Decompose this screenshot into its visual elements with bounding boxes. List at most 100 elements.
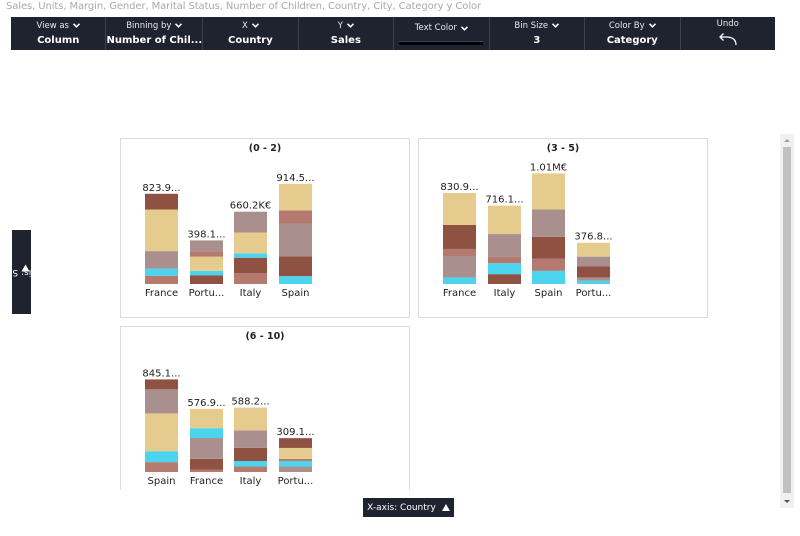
bar-value-label: 830.9... (440, 182, 478, 193)
bar-segment[interactable] (279, 458, 312, 462)
bar-segment[interactable] (234, 461, 267, 467)
bar-segment[interactable] (190, 438, 223, 459)
bar-portu[interactable] (577, 242, 610, 284)
bar-segment[interactable] (532, 236, 565, 259)
toolbar-item-label: Text Color (415, 22, 468, 34)
bar-italy[interactable] (234, 211, 267, 284)
x-tick-label: Portu... (278, 476, 314, 487)
bar-segment[interactable] (234, 253, 267, 258)
chevron-down-icon (175, 23, 183, 28)
bar-segment[interactable] (145, 193, 178, 210)
bar-segment[interactable] (234, 232, 267, 254)
x-axis-button[interactable]: X-axis: Country (363, 498, 454, 517)
bar-spain[interactable] (279, 183, 312, 284)
bar-segment[interactable] (279, 256, 312, 277)
bar-segment[interactable] (145, 209, 178, 252)
toolbar-binning-by-button[interactable]: Binning by Number of Chil... (106, 17, 204, 50)
bar-segment[interactable] (190, 428, 223, 439)
bar-segment[interactable] (145, 275, 178, 284)
x-tick-label: Italy (494, 288, 516, 299)
bar-segment[interactable] (145, 268, 178, 276)
bar-segment[interactable] (443, 224, 476, 249)
bar-france[interactable] (145, 193, 178, 284)
bar-segment[interactable] (234, 257, 267, 274)
scrollbar-thumb[interactable] (783, 147, 791, 493)
bar-segment[interactable] (488, 256, 521, 264)
toolbar-item-label: Binning by (126, 20, 183, 32)
bar-segment[interactable] (488, 205, 521, 235)
bar-segment[interactable] (145, 451, 178, 463)
bar-segment[interactable] (443, 256, 476, 278)
bar-segment[interactable] (443, 248, 476, 257)
bar-segment[interactable] (190, 270, 223, 276)
toolbar-undo-button[interactable]: Undo (681, 17, 775, 50)
x-tick-label: Spain (535, 288, 563, 299)
y-axis-button[interactable]: Y-axis: Sales (0, 230, 49, 314)
bar-segment[interactable] (234, 211, 267, 233)
bar-segment[interactable] (145, 379, 178, 390)
bar-segment[interactable] (577, 256, 610, 267)
toolbar-view-as-button[interactable]: View as Column (11, 17, 107, 50)
bar-segment[interactable] (488, 274, 521, 284)
bar-segment[interactable] (234, 407, 267, 431)
toolbar-item-label: View as (36, 20, 80, 32)
bar-segment[interactable] (190, 458, 223, 470)
bar-segment[interactable] (532, 258, 565, 271)
bar-segment[interactable] (488, 234, 521, 257)
bar-segment[interactable] (279, 183, 312, 211)
bar-segment[interactable] (577, 280, 610, 284)
bar-segment[interactable] (190, 251, 223, 257)
bar-segment[interactable] (145, 389, 178, 414)
bar-spain[interactable] (532, 173, 565, 284)
bar-segment[interactable] (577, 242, 610, 257)
bar-segment[interactable] (279, 210, 312, 224)
bar-segment[interactable] (532, 270, 565, 284)
bar-segment[interactable] (279, 447, 312, 459)
bar-segment[interactable] (443, 277, 476, 284)
bar-segment[interactable] (190, 275, 223, 284)
bar-france[interactable] (443, 192, 476, 284)
bar-segment[interactable] (234, 466, 267, 472)
bar-segment[interactable] (145, 251, 178, 269)
toolbar-label-text: Undo (716, 18, 739, 29)
bar-portu[interactable] (190, 240, 223, 284)
toolbar-y-button[interactable]: Y Sales (299, 17, 395, 50)
scroll-down-button[interactable] (780, 495, 794, 508)
bar-segment[interactable] (577, 266, 610, 278)
bar-segment[interactable] (488, 263, 521, 275)
bar-segment[interactable] (279, 276, 312, 284)
bar-segment[interactable] (532, 209, 565, 237)
scroll-up-button[interactable] (780, 134, 794, 147)
bar-segment[interactable] (279, 461, 312, 467)
bar-italy[interactable] (488, 205, 521, 284)
x-tick-label: Italy (240, 288, 262, 299)
vertical-scrollbar[interactable] (780, 134, 794, 508)
toolbar-text-color-button[interactable]: Text Color (394, 17, 490, 50)
bar-segment[interactable] (190, 240, 223, 252)
bar-spain[interactable] (145, 379, 178, 472)
chart-panel-3-5: (3 - 5) 830.9... France 716.1... Italy 1.01M… (418, 138, 708, 318)
toolbar-color-by-button[interactable]: Color By Category (585, 17, 681, 50)
bar-segment[interactable] (279, 466, 312, 472)
bar-portu[interactable] (279, 438, 312, 472)
x-tick-label: Spain (148, 476, 176, 487)
bar-value-label: 576.9... (187, 398, 225, 409)
bar-segment[interactable] (145, 413, 178, 452)
bar-segment[interactable] (443, 192, 476, 225)
stacked-bar-chart: 830.9... France 716.1... Italy 1.01M€ Spain 37… (440, 162, 612, 299)
bar-segment[interactable] (279, 223, 312, 257)
bar-france[interactable] (190, 408, 223, 472)
bar-segment[interactable] (190, 469, 223, 472)
bar-segment[interactable] (234, 273, 267, 284)
bar-segment[interactable] (577, 277, 610, 281)
toolbar-bin-size-button[interactable]: Bin Size 3 (490, 17, 586, 50)
bar-segment[interactable] (190, 256, 223, 271)
bar-segment[interactable] (145, 462, 178, 472)
bar-segment[interactable] (532, 173, 565, 210)
bar-segment[interactable] (234, 430, 267, 448)
toolbar-x-button[interactable]: X Country (203, 17, 299, 50)
bar-italy[interactable] (234, 407, 267, 472)
bar-segment[interactable] (190, 408, 223, 429)
bar-segment[interactable] (279, 438, 312, 448)
bar-segment[interactable] (234, 447, 267, 462)
